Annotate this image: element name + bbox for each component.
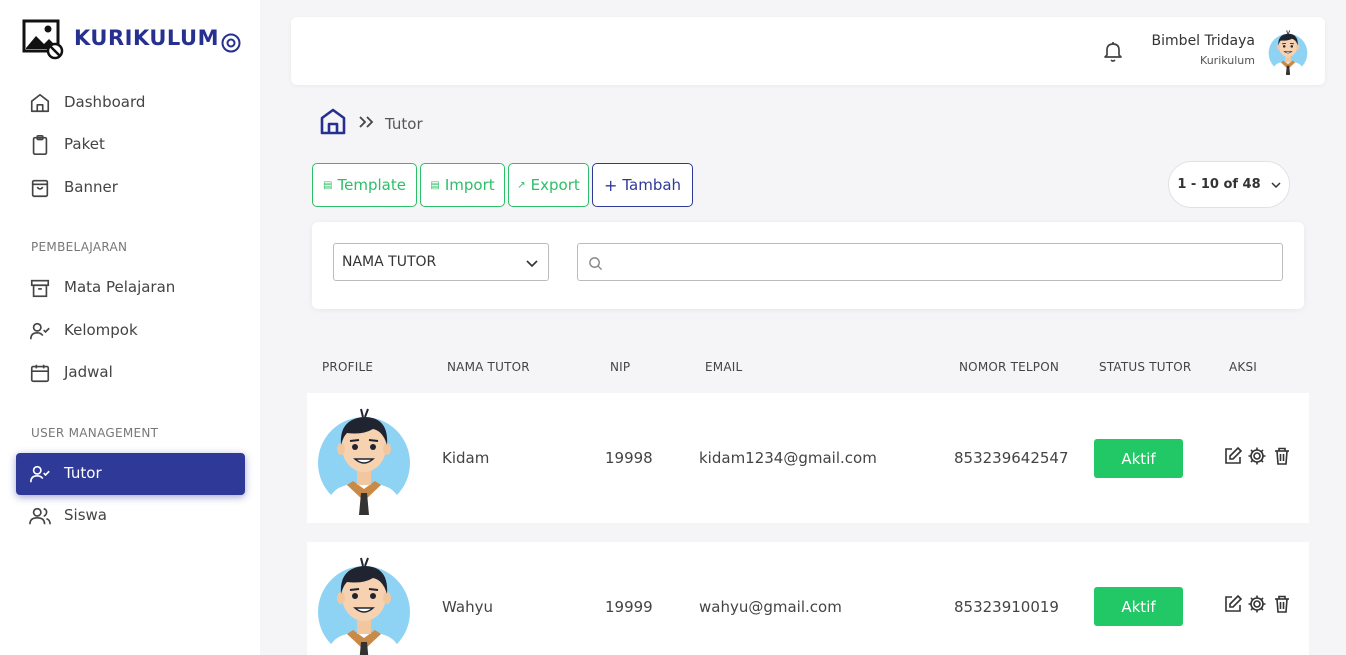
image-off-icon [22,19,64,60]
sidebar-item-banner[interactable]: Banner [16,167,245,209]
archive-icon [30,279,50,298]
status-badge[interactable]: Aktif [1094,439,1183,478]
calendar-icon [30,364,50,383]
user-name: Bimbel Tridaya [1151,33,1255,49]
filter-panel: NAMA TUTOR [312,222,1304,309]
user-check-icon [30,322,50,340]
pagination-select[interactable]: 1 - 10 of 48 [1168,161,1290,208]
filter-field-value: NAMA TUTOR [342,254,437,270]
sidebar-item-label: Mata Pelajaran [64,278,176,296]
settings-icon[interactable] [1247,594,1267,614]
chevrons-right-icon [359,116,374,128]
brand: KURIKULUM [22,18,252,60]
edit-icon[interactable] [1223,594,1243,614]
template-button-label: Template [337,176,406,194]
user-check-icon [30,465,50,483]
plus-icon: + [603,175,618,195]
trash-icon[interactable] [1272,446,1292,466]
home-icon [30,93,50,113]
table-row: Kidam 19998 kidam1234@gmail.com 85323964… [307,393,1309,523]
file-icon: ▤ [323,179,333,191]
import-button-label: Import [444,176,495,194]
tutor-name: Kidam [442,449,490,467]
sidebar-item-label: Paket [64,135,105,153]
column-header-name: NAMA TUTOR [447,360,530,374]
column-header-email: EMAIL [705,360,743,374]
pagination-label: 1 - 10 of 48 [1177,177,1261,192]
sidebar-item-tutor[interactable]: Tutor [16,453,245,495]
sidebar: KURIKULUM Dashboard Paket Banner PEMBELA… [0,0,260,655]
export-button[interactable]: ↗ Export [508,163,589,207]
target-icon[interactable] [220,32,242,54]
template-button[interactable]: ▤ Template [312,163,417,207]
tutor-phone: 85323910019 [954,598,1059,616]
section-heading-users: USER MANAGEMENT [31,426,159,440]
import-button[interactable]: ▤ Import [420,163,505,207]
chevron-down-icon [526,260,538,268]
sidebar-item-dashboard[interactable]: Dashboard [16,82,245,124]
users-icon [29,507,51,525]
trash-icon[interactable] [1272,594,1292,614]
table-row: Wahyu 19999 wahyu@gmail.com 85323910019 … [307,542,1309,655]
column-header-status: STATUS TUTOR [1099,360,1192,374]
tutor-nip: 19998 [605,449,653,467]
home-icon[interactable] [319,107,347,135]
breadcrumb-current: Tutor [385,115,423,133]
avatar [317,401,411,515]
column-header-nip: NIP [610,360,631,374]
sidebar-item-kelompok[interactable]: Kelompok [16,310,245,352]
avatar[interactable] [1265,27,1311,75]
clipboard-icon [32,135,48,155]
top-header: Bimbel Tridaya Kurikulum [291,17,1325,85]
export-button-label: Export [530,176,580,194]
shopping-bag-icon [31,179,49,198]
sidebar-item-paket[interactable]: Paket [16,124,245,166]
sidebar-item-label: Banner [64,178,118,196]
status-badge[interactable]: Aktif [1094,587,1183,626]
sidebar-item-siswa[interactable]: Siswa [16,495,245,537]
tutor-phone: 853239642547 [954,449,1069,467]
sidebar-item-jadwal[interactable]: Jadwal [16,352,245,394]
section-heading-learning: PEMBELAJARAN [31,240,128,254]
column-header-phone: NOMOR TELPON [959,360,1060,374]
external-link-icon: ↗ [517,179,526,191]
add-button-label: Tambah [622,176,682,194]
search-box[interactable] [577,243,1283,281]
sidebar-item-label: Kelompok [64,321,138,339]
sidebar-item-label: Tutor [64,464,102,482]
search-icon [589,257,603,271]
sidebar-item-label: Dashboard [64,93,146,111]
sidebar-item-label: Siswa [64,506,107,524]
filter-field-select[interactable]: NAMA TUTOR [333,243,549,281]
brand-title: KURIKULUM [74,26,219,50]
edit-icon[interactable] [1223,446,1243,466]
tutor-email: wahyu@gmail.com [699,598,842,616]
file-icon: ▤ [430,179,440,191]
chevron-down-icon [1271,181,1281,188]
tutor-nip: 19999 [605,598,653,616]
add-tutor-button[interactable]: + Tambah [592,163,693,207]
sidebar-item-mata-pelajaran[interactable]: Mata Pelajaran [16,267,245,309]
sidebar-item-label: Jadwal [64,363,113,381]
column-header-profile: PROFILE [322,360,374,374]
user-role: Kurikulum [1200,54,1255,67]
bell-icon[interactable] [1101,39,1125,63]
tutor-name: Wahyu [442,598,493,616]
search-input[interactable] [610,245,1280,279]
tutor-email: kidam1234@gmail.com [699,449,877,467]
avatar [317,550,411,655]
settings-icon[interactable] [1247,446,1267,466]
column-header-actions: AKSI [1229,360,1258,374]
